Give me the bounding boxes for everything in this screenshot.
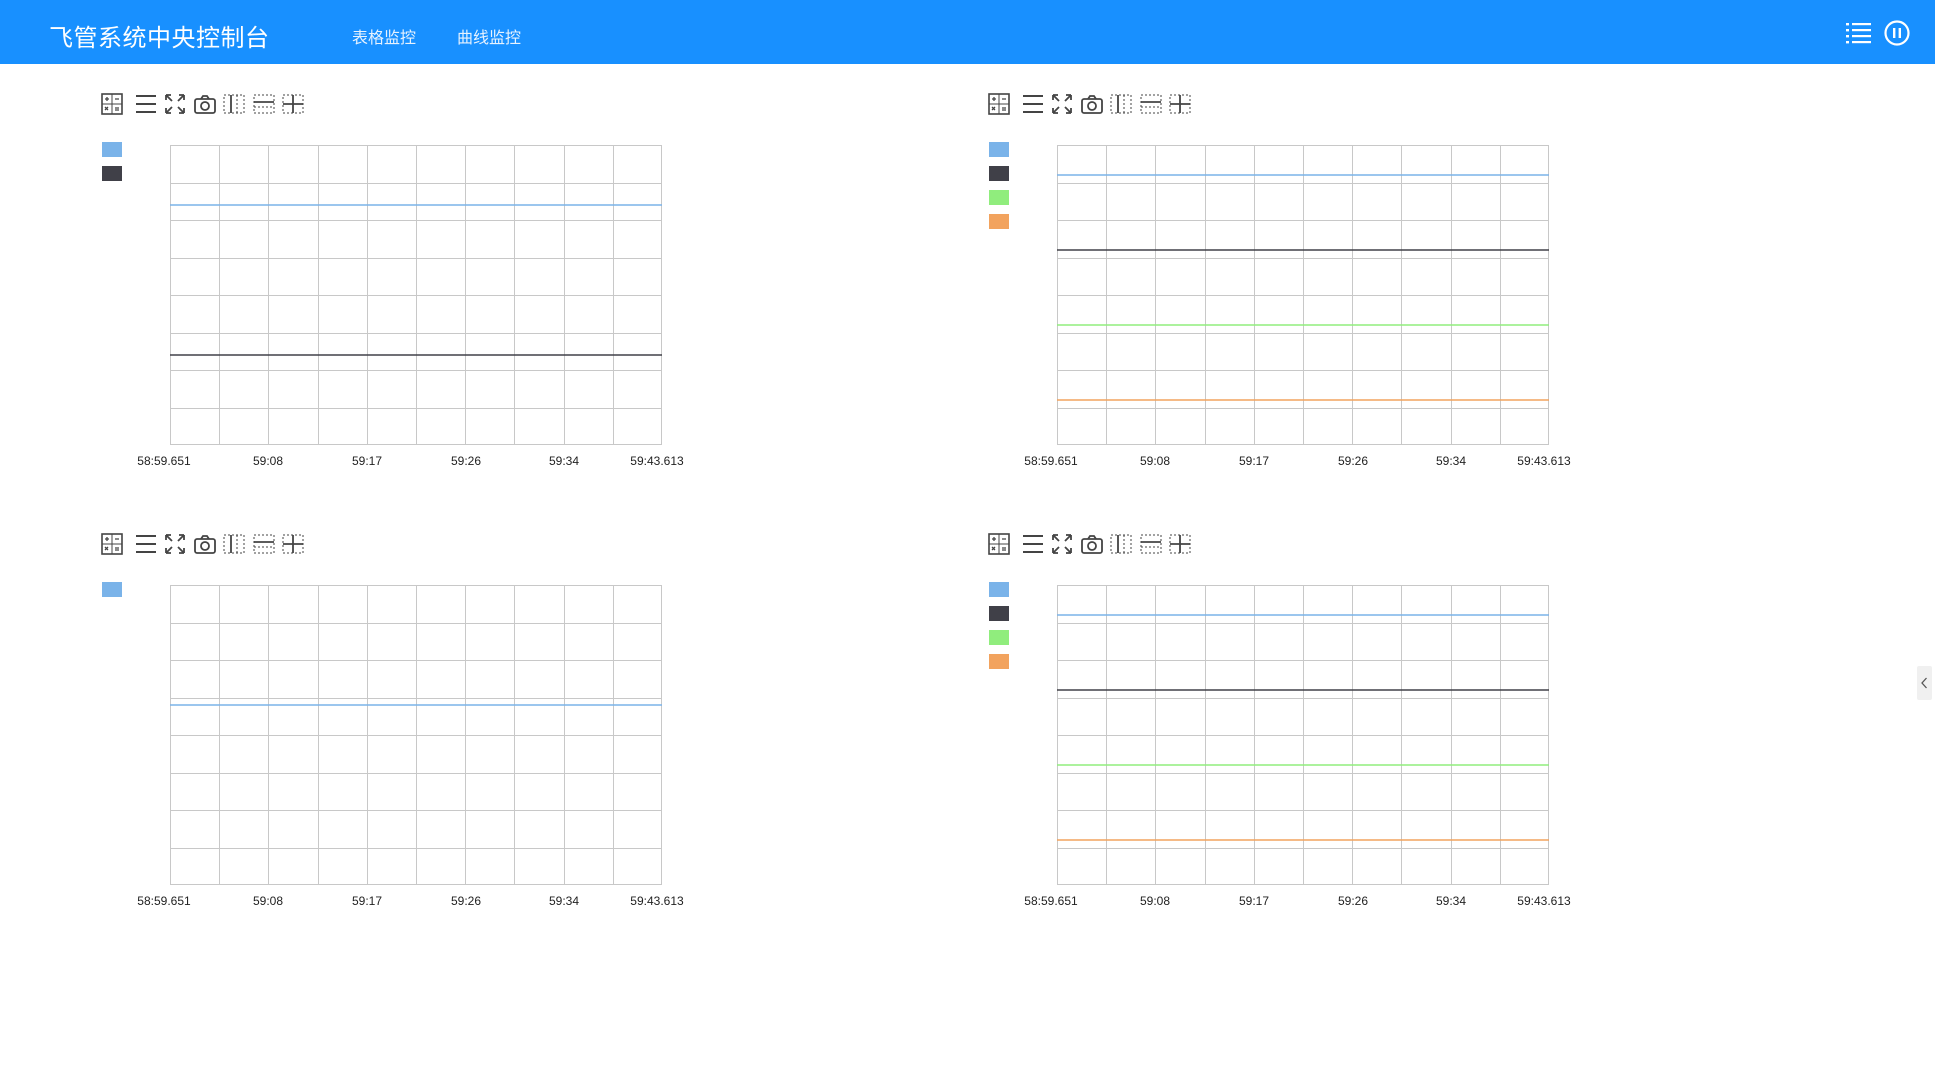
fullscreen-icon[interactable]: [1050, 92, 1074, 116]
crosshair-cursor-icon[interactable]: [281, 92, 305, 116]
crosshair-cursor-icon[interactable]: [281, 532, 305, 556]
legend-swatch[interactable]: [989, 166, 1009, 181]
chart-panel: 58:59.651 59:08 59:17 59:26 59:34 59:43.613: [987, 92, 1807, 512]
plot-area[interactable]: [1057, 585, 1549, 885]
legend-swatch[interactable]: [989, 630, 1009, 645]
legend-swatch[interactable]: [989, 654, 1009, 669]
legend-swatch[interactable]: [102, 142, 122, 157]
x-tick-label: 59:43.613: [630, 454, 684, 468]
fullscreen-icon[interactable]: [163, 92, 187, 116]
horizontal-cursor-icon[interactable]: [1139, 532, 1163, 556]
x-tick-label: 58:59.651: [1024, 454, 1078, 468]
chart-panel: 58:59.651 59:08 59:17 59:26 59:34 59:43.613: [100, 92, 920, 512]
nav-table-monitor[interactable]: 表格监控: [352, 24, 416, 48]
chevron-left-icon: [1921, 677, 1927, 689]
legend-swatch[interactable]: [989, 582, 1009, 597]
x-tick-label: 59:17: [351, 454, 383, 468]
x-tick-label: 59:34: [548, 454, 580, 468]
camera-icon[interactable]: [193, 532, 217, 556]
x-tick-label: 59:17: [1238, 894, 1270, 908]
x-tick-label: 59:08: [1139, 454, 1171, 468]
calculator-icon[interactable]: [987, 532, 1011, 556]
legend-swatch[interactable]: [989, 606, 1009, 621]
x-tick-label: 59:17: [1238, 454, 1270, 468]
app-title: 飞管系统中央控制台: [49, 24, 270, 52]
fullscreen-icon[interactable]: [163, 532, 187, 556]
x-tick-label: 58:59.651: [1024, 894, 1078, 908]
horizontal-cursor-icon[interactable]: [252, 532, 276, 556]
vertical-cursor-icon[interactable]: [222, 532, 246, 556]
chart-panel: 58:59.651 59:08 59:17 59:26 59:34 59:43.613: [100, 532, 920, 952]
menu-icon[interactable]: [1021, 92, 1045, 116]
vertical-cursor-icon[interactable]: [1109, 92, 1133, 116]
legend-swatch[interactable]: [102, 582, 122, 597]
camera-icon[interactable]: [1080, 532, 1104, 556]
x-tick-label: 59:43.613: [1517, 454, 1571, 468]
vertical-cursor-icon[interactable]: [222, 92, 246, 116]
x-tick-label: 59:08: [1139, 894, 1171, 908]
legend-swatch[interactable]: [989, 214, 1009, 229]
nav-curve-monitor[interactable]: 曲线监控: [457, 24, 521, 48]
calculator-icon[interactable]: [100, 92, 124, 116]
camera-icon[interactable]: [193, 92, 217, 116]
crosshair-cursor-icon[interactable]: [1168, 532, 1192, 556]
fullscreen-icon[interactable]: [1050, 532, 1074, 556]
legend-swatch[interactable]: [102, 166, 122, 181]
menu-icon[interactable]: [1021, 532, 1045, 556]
menu-icon[interactable]: [134, 92, 158, 116]
x-tick-label: 59:26: [450, 894, 482, 908]
calculator-icon[interactable]: [100, 532, 124, 556]
horizontal-cursor-icon[interactable]: [252, 92, 276, 116]
x-tick-label: 59:26: [1337, 894, 1369, 908]
x-tick-label: 58:59.651: [137, 894, 191, 908]
side-collapse-toggle[interactable]: [1917, 666, 1932, 700]
x-tick-label: 59:26: [1337, 454, 1369, 468]
x-tick-label: 59:43.613: [1517, 894, 1571, 908]
x-tick-label: 59:17: [351, 894, 383, 908]
x-tick-label: 59:34: [1435, 894, 1467, 908]
x-tick-label: 59:08: [252, 894, 284, 908]
app-header: 飞管系统中央控制台 表格监控 曲线监控: [0, 0, 1935, 64]
calculator-icon[interactable]: [987, 92, 1011, 116]
x-tick-label: 59:43.613: [630, 894, 684, 908]
chart-panel: 58:59.651 59:08 59:17 59:26 59:34 59:43.613: [987, 532, 1807, 952]
horizontal-cursor-icon[interactable]: [1139, 92, 1163, 116]
plot-area[interactable]: [1057, 145, 1549, 445]
legend-swatch[interactable]: [989, 142, 1009, 157]
camera-icon[interactable]: [1080, 92, 1104, 116]
menu-icon[interactable]: [134, 532, 158, 556]
x-tick-label: 58:59.651: [137, 454, 191, 468]
crosshair-cursor-icon[interactable]: [1168, 92, 1192, 116]
x-tick-label: 59:26: [450, 454, 482, 468]
legend-swatch[interactable]: [989, 190, 1009, 205]
list-icon[interactable]: [1845, 20, 1873, 51]
x-tick-label: 59:34: [548, 894, 580, 908]
x-tick-label: 59:34: [1435, 454, 1467, 468]
pause-circle-icon[interactable]: [1883, 20, 1911, 53]
vertical-cursor-icon[interactable]: [1109, 532, 1133, 556]
plot-area[interactable]: [170, 145, 662, 445]
plot-area[interactable]: [170, 585, 662, 885]
x-tick-label: 59:08: [252, 454, 284, 468]
